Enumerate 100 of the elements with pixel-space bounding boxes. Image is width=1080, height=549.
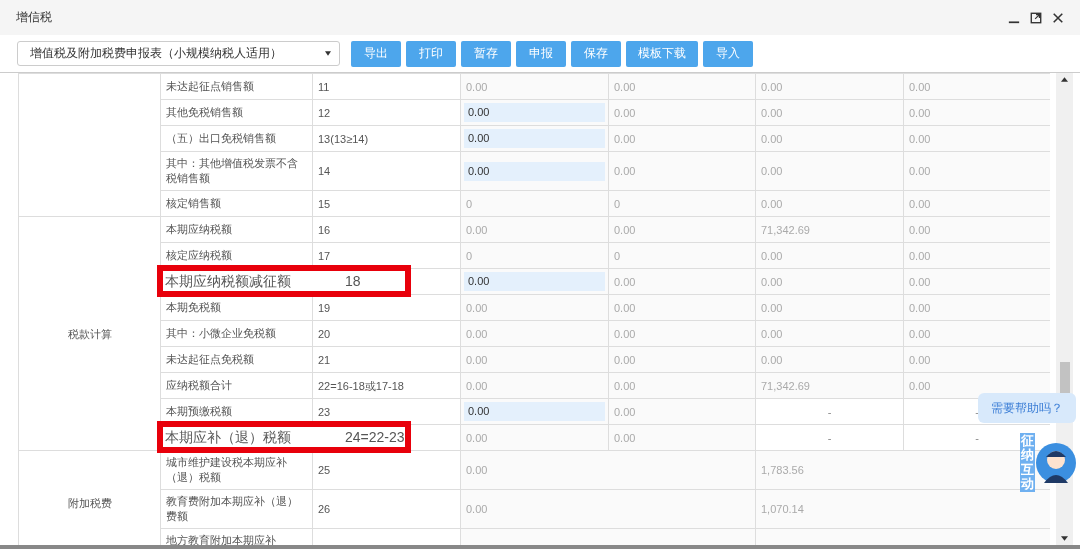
amount-field[interactable]: 0.00 <box>464 129 605 148</box>
amount-value: - <box>827 405 832 418</box>
toolbar-button[interactable]: 打印 <box>406 40 456 67</box>
amount-value: - <box>975 431 979 444</box>
amount-field[interactable]: 0.00 <box>464 161 605 181</box>
amount-value: 0.00 <box>761 197 783 210</box>
amount-value: 0.00 <box>761 301 783 314</box>
item-label: 城市维护建设税本期应补（退）税额 <box>166 456 287 483</box>
toolbar-button[interactable]: 暂存 <box>461 40 511 67</box>
group-label: 税款计算 <box>67 327 112 340</box>
line-number: 14 <box>318 165 331 177</box>
item-label: 本期应纳税额减征额 <box>165 273 292 289</box>
item-label: 未达起征点销售额 <box>166 80 254 92</box>
amount-value: 0 <box>466 197 473 210</box>
avatar-icon[interactable] <box>1036 442 1076 483</box>
caret-icon <box>325 51 331 56</box>
line-number: 25 <box>318 464 331 476</box>
avatar-caption: 征纳互动 <box>1020 433 1035 493</box>
amount-value: 0.00 <box>909 197 931 210</box>
amount-value: 0.00 <box>466 503 488 515</box>
amount-value: 0.00 <box>614 106 636 119</box>
amount-value: 0.00 <box>761 353 783 366</box>
amount-value: 0.00 <box>614 80 636 93</box>
amount-value: - <box>975 405 979 418</box>
amount-value: 0.00 <box>466 379 488 392</box>
amount-value: 0.00 <box>909 301 931 314</box>
amount-value: 0.00 <box>466 464 488 476</box>
amount-value: 0.00 <box>909 80 931 93</box>
line-number: 21 <box>318 353 331 366</box>
item-label: 其他免税销售额 <box>166 106 243 118</box>
window-title: 增信税 <box>16 9 52 26</box>
form-select[interactable]: 增值税及附加税费申报表（小规模纳税人适用） <box>17 41 340 66</box>
amount-value: - <box>827 431 832 444</box>
amount-value: 0.00 <box>614 431 636 444</box>
maximize-icon[interactable] <box>1030 11 1042 24</box>
amount-field[interactable]: 0.00 <box>464 272 605 291</box>
amount-value: 0.00 <box>614 223 636 236</box>
item-label: 本期应补（退）税额 <box>165 429 292 445</box>
toolbar-button[interactable]: 导出 <box>351 40 401 67</box>
amount-value: 0.00 <box>761 165 783 177</box>
line-number: 17 <box>318 249 331 262</box>
help-tooltip[interactable]: 需要帮助吗？ <box>978 393 1076 423</box>
toolbar-button[interactable]: 保存 <box>571 40 621 67</box>
amount-value: 0.00 <box>614 165 636 177</box>
line-number: 11 <box>318 80 330 93</box>
amount-value: 0.00 <box>909 275 931 288</box>
amount-value: 0.00 <box>761 106 783 119</box>
scroll-down-icon[interactable] <box>1061 536 1068 541</box>
item-label: （五）出口免税销售额 <box>166 132 276 144</box>
amount-field[interactable]: 0.00 <box>464 402 605 421</box>
amount-field[interactable]: 0.00 <box>464 103 605 122</box>
item-label: 本期免税额 <box>166 301 221 313</box>
amount-value: 0.00 <box>466 301 488 314</box>
line-number: 19 <box>318 301 331 314</box>
amount-value: 0.00 <box>909 379 931 392</box>
group-label: 附加税费 <box>67 496 112 509</box>
item-label: 地方教育附加本期应补 <box>166 534 276 545</box>
amount-value: 0.00 <box>614 301 636 314</box>
amount-value: 0.00 <box>466 353 488 366</box>
amount-value: 0.00 <box>466 223 488 236</box>
toolbar-button[interactable]: 申报 <box>516 40 566 67</box>
line-number: 16 <box>318 223 331 236</box>
amount-value: 0.00 <box>614 132 636 145</box>
amount-value: 0.00 <box>614 327 636 340</box>
amount-value: 0.00 <box>909 165 931 177</box>
amount-value: 0.00 <box>614 353 636 366</box>
line-number: 18 <box>345 273 361 289</box>
amount-value: 0.00 <box>761 275 783 288</box>
amount-value: 0.00 <box>909 327 931 340</box>
amount-value: 1,783.56 <box>761 464 804 476</box>
amount-value: 1,070.14 <box>761 503 804 515</box>
amount-value: 0.00 <box>614 275 636 288</box>
line-number: 15 <box>318 197 331 210</box>
amount-value: 0.00 <box>466 80 488 93</box>
item-label: 其中：小微企业免税额 <box>166 327 276 339</box>
amount-value: 0.00 <box>909 249 931 262</box>
amount-value: 0.00 <box>614 405 636 418</box>
line-number: 24=22-23 <box>345 429 405 445</box>
amount-value: 0.00 <box>909 223 931 236</box>
toolbar-button[interactable]: 导入 <box>703 40 753 67</box>
amount-value: 0.00 <box>909 353 931 366</box>
scroll-up-icon[interactable] <box>1061 77 1068 82</box>
toolbar-button[interactable]: 模板下载 <box>626 40 698 67</box>
amount-value: 0 <box>614 197 621 210</box>
line-number: 13(13≥14) <box>318 132 369 145</box>
item-label: 教育费附加本期应补（退）费额 <box>166 495 298 522</box>
line-number: 12 <box>318 106 331 119</box>
amount-value: 71,342.69 <box>761 379 810 392</box>
amount-value: 71,342.69 <box>761 223 810 236</box>
item-label: 应纳税额合计 <box>166 379 232 391</box>
item-label: 本期预缴税额 <box>166 405 232 417</box>
line-number: 26 <box>318 503 331 515</box>
amount-value: 0.00 <box>761 80 783 93</box>
line-number: 20 <box>318 327 331 340</box>
amount-value: 0.00 <box>909 132 931 145</box>
item-label: 未达起征点免税额 <box>166 353 254 365</box>
close-icon[interactable] <box>1052 11 1064 24</box>
item-label: 本期应纳税额 <box>166 223 232 235</box>
line-number: 22=16-18或17-18 <box>318 379 404 392</box>
amount-value: 0.00 <box>761 327 783 340</box>
